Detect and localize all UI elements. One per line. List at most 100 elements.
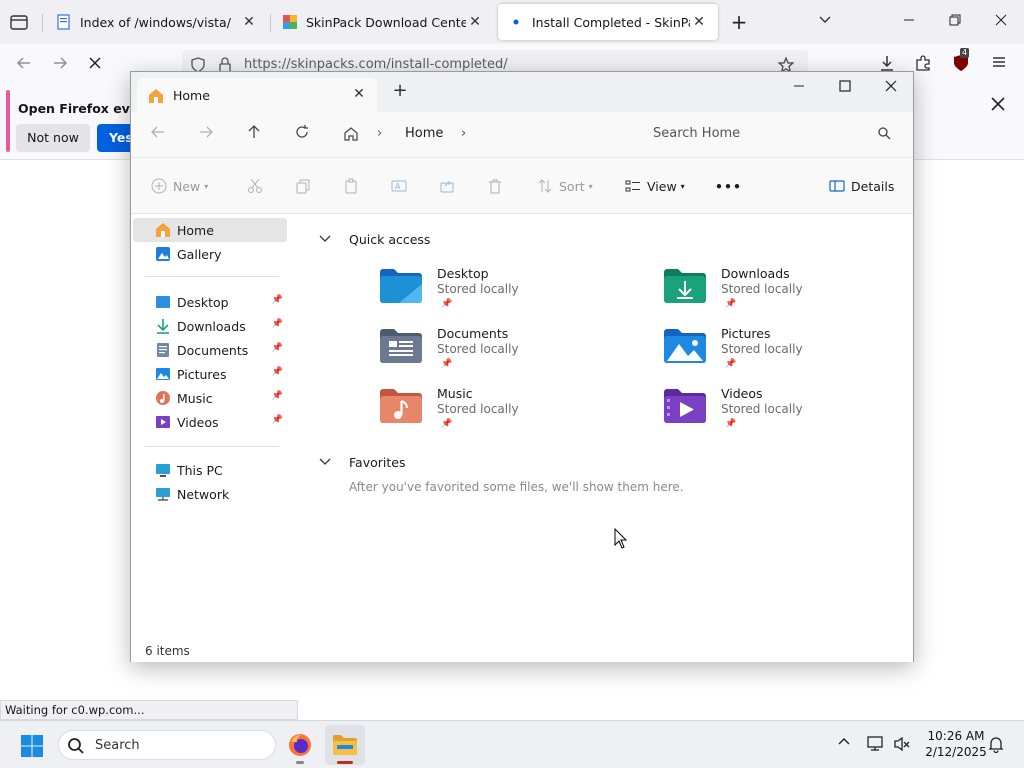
quick-access-desktop[interactable]: Desktop Stored locally 📌 bbox=[379, 266, 619, 322]
tab-close-icon[interactable]: ✕ bbox=[466, 13, 484, 31]
show-hidden-icons-chevron-icon[interactable] bbox=[834, 735, 854, 755]
caret-down-icon: ▾ bbox=[204, 181, 209, 191]
paste-button[interactable] bbox=[343, 176, 359, 196]
tab-overflow-chevron-icon[interactable] bbox=[802, 0, 848, 44]
url-text[interactable]: https://skinpacks.com/install-completed/ bbox=[244, 57, 508, 72]
breadcrumb-chevron-icon[interactable]: › bbox=[377, 126, 382, 141]
collapse-chevron-icon[interactable] bbox=[319, 232, 333, 247]
explorer-maximize-icon[interactable] bbox=[823, 76, 867, 102]
share-button[interactable] bbox=[439, 176, 455, 196]
quick-access-music[interactable]: Music Stored locally 📌 bbox=[379, 386, 619, 442]
close-window-icon[interactable] bbox=[978, 0, 1024, 44]
breadcrumb-home-icon[interactable] bbox=[343, 126, 359, 142]
explorer-minimize-icon[interactable] bbox=[777, 76, 821, 102]
quick-access-pictures[interactable]: Pictures Stored locally 📌 bbox=[663, 326, 903, 382]
sort-button[interactable]: Sort ▾ bbox=[537, 176, 593, 196]
ublock-extension-icon[interactable]: 4 bbox=[950, 48, 972, 76]
pin-icon: 📌 bbox=[441, 359, 453, 369]
rename-button[interactable]: A bbox=[391, 176, 407, 196]
tab-close-icon[interactable]: ✕ bbox=[240, 13, 258, 31]
delete-button[interactable] bbox=[487, 176, 503, 196]
quick-access-title: Quick access bbox=[349, 232, 431, 247]
pin-icon[interactable]: 📌 bbox=[272, 343, 283, 353]
restore-icon[interactable] bbox=[932, 0, 978, 44]
explorer-new-tab-icon[interactable]: + bbox=[391, 82, 409, 100]
taskbar-firefox-app[interactable] bbox=[280, 725, 320, 765]
sidebar-item-gallery[interactable]: Gallery bbox=[133, 242, 287, 266]
explorer-close-icon[interactable] bbox=[869, 76, 913, 102]
explorer-address-bar[interactable]: › Home › bbox=[333, 118, 629, 150]
sidebar-item-home[interactable]: Home bbox=[133, 218, 287, 242]
browser-tab-install-completed[interactable]: Install Completed - SkinPack ✕ bbox=[498, 4, 718, 40]
taskbar-file-explorer-app[interactable] bbox=[325, 725, 365, 765]
favorites-title: Favorites bbox=[349, 455, 406, 470]
sidebar-item-music[interactable]: Music 📌 bbox=[133, 386, 287, 410]
volume-muted-icon[interactable] bbox=[892, 735, 912, 755]
explorer-back-icon[interactable] bbox=[147, 124, 169, 146]
pin-icon[interactable]: 📌 bbox=[272, 367, 283, 377]
breadcrumb-home[interactable]: Home bbox=[405, 126, 443, 141]
pin-icon: 📌 bbox=[441, 419, 453, 429]
sidebar-item-this-pc[interactable]: This PC bbox=[133, 458, 287, 482]
breadcrumb-chevron-icon[interactable]: › bbox=[461, 126, 466, 141]
not-now-button[interactable]: Not now bbox=[16, 124, 90, 152]
forward-icon[interactable] bbox=[49, 54, 71, 76]
sidebar-item-network[interactable]: Network bbox=[133, 482, 287, 506]
explorer-tab-home[interactable]: Home ✕ bbox=[137, 78, 377, 112]
details-button[interactable]: Details bbox=[829, 176, 894, 196]
pin-icon[interactable]: 📌 bbox=[272, 391, 283, 401]
copy-button[interactable] bbox=[295, 176, 311, 196]
hamburger-menu-icon[interactable] bbox=[988, 54, 1010, 76]
sidebar-item-videos[interactable]: Videos 📌 bbox=[133, 410, 287, 434]
paste-icon bbox=[345, 178, 357, 194]
downloads-icon bbox=[157, 319, 169, 334]
list-all-tabs-icon[interactable] bbox=[8, 11, 32, 33]
notifications-bell-icon[interactable] bbox=[986, 735, 1006, 755]
extensions-puzzle-icon[interactable] bbox=[912, 54, 934, 76]
browser-tab-download-center[interactable]: SkinPack Download Center skin ✕ bbox=[272, 4, 494, 40]
notification-accent bbox=[6, 90, 10, 152]
sidebar-item-desktop[interactable]: Desktop 📌 bbox=[133, 290, 287, 314]
explorer-forward-icon[interactable] bbox=[195, 124, 217, 146]
browser-tab-index[interactable]: Index of /windows/vista/ ✕ bbox=[46, 4, 268, 40]
sidebar-item-downloads[interactable]: Downloads 📌 bbox=[133, 314, 287, 338]
notification-close-icon[interactable] bbox=[987, 96, 1009, 118]
new-button[interactable]: New ▾ bbox=[151, 176, 208, 196]
pin-icon[interactable]: 📌 bbox=[272, 319, 283, 329]
home-icon bbox=[156, 223, 170, 237]
pin-icon[interactable]: 📌 bbox=[272, 295, 283, 305]
windows-start-icon[interactable] bbox=[20, 734, 44, 758]
view-button[interactable]: View ▾ bbox=[625, 176, 685, 196]
favorites-header[interactable]: Favorites bbox=[319, 455, 405, 470]
quick-access-header[interactable]: Quick access bbox=[319, 232, 430, 247]
explorer-tab-close-icon[interactable]: ✕ bbox=[351, 86, 367, 102]
new-tab-button[interactable]: + bbox=[716, 0, 762, 44]
explorer-search-box[interactable]: Search Home bbox=[635, 118, 903, 150]
explorer-tab-title: Home bbox=[173, 88, 210, 103]
rename-icon: A bbox=[391, 180, 407, 192]
back-icon[interactable] bbox=[13, 54, 35, 76]
music-icon bbox=[156, 391, 170, 405]
tab-close-icon[interactable]: ✕ bbox=[690, 13, 708, 31]
details-pane-icon bbox=[829, 180, 845, 192]
quick-access-documents[interactable]: Documents Stored locally 📌 bbox=[379, 326, 619, 382]
minimize-icon[interactable] bbox=[886, 0, 932, 44]
cut-button[interactable] bbox=[247, 176, 263, 196]
see-more-button[interactable]: ••• bbox=[715, 176, 742, 196]
tab-label: SkinPack Download Center skin bbox=[306, 14, 466, 30]
explorer-up-icon[interactable] bbox=[243, 124, 265, 146]
quick-access-videos[interactable]: Videos Stored locally 📌 bbox=[663, 386, 903, 442]
system-clock[interactable]: 10:26 AM 2/12/2025 bbox=[916, 728, 996, 760]
taskbar-search-box[interactable]: Search bbox=[58, 730, 276, 760]
collapse-chevron-icon[interactable] bbox=[319, 455, 333, 470]
network-tray-icon[interactable] bbox=[866, 735, 886, 755]
quick-access-downloads[interactable]: Downloads Stored locally 📌 bbox=[663, 266, 903, 322]
sidebar-item-documents[interactable]: Documents 📌 bbox=[133, 338, 287, 362]
pin-icon[interactable]: 📌 bbox=[272, 415, 283, 425]
explorer-command-bar: New ▾ A Sort ▾ View ▾ ••• Details bbox=[131, 158, 913, 214]
sidebar-item-pictures[interactable]: Pictures 📌 bbox=[133, 362, 287, 386]
search-icon bbox=[68, 738, 84, 754]
sort-icon bbox=[538, 179, 552, 193]
stop-loading-icon[interactable] bbox=[84, 54, 106, 76]
explorer-refresh-icon[interactable] bbox=[291, 124, 313, 146]
